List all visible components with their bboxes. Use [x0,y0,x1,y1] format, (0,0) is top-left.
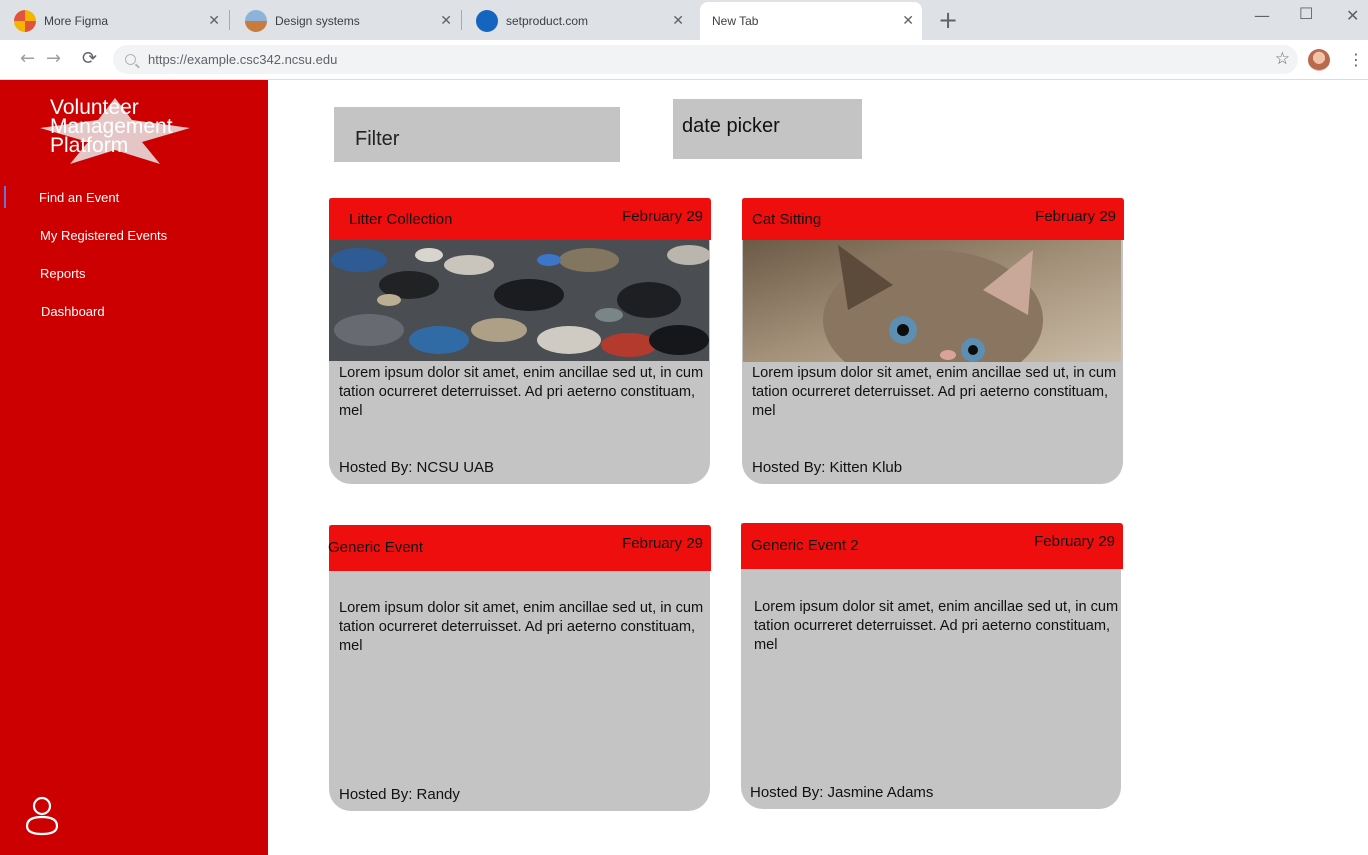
browser-tab[interactable]: setproduct.com ✕ [462,2,692,40]
tab-close-icon[interactable]: ✕ [440,12,452,29]
browser-tab[interactable]: Design systems ✕ [230,2,460,40]
tab-title: Design systems [275,14,360,28]
browser-tab-active[interactable]: New Tab ✕ [700,2,922,40]
event-title: Litter Collection [349,211,453,228]
back-arrow-icon[interactable]: ← [20,48,35,69]
tab-close-icon[interactable]: ✕ [902,12,914,29]
figma-favicon-icon [14,10,36,32]
event-card[interactable]: Litter Collection February 29 Lorem ipsu… [329,198,711,484]
browser-tab-bar: More Figma ✕ Design systems ✕ setproduct… [0,0,1368,40]
tab-title: New Tab [712,14,759,28]
tab-title: setproduct.com [506,14,589,28]
event-description: Lorem ipsum dolor sit amet, enim ancilla… [339,365,704,419]
date-picker-label: date picker [682,115,780,137]
event-card[interactable]: Generic Event 2 February 29 Lorem ipsum … [741,523,1123,809]
event-title: Generic Event 2 [751,537,859,554]
event-host: Hosted By: Jasmine Adams [750,784,934,801]
event-card-header: Cat Sitting February 29 [742,198,1124,240]
event-card[interactable]: Cat Sitting February 29 Lorem ipsum dolo… [742,198,1124,484]
event-card-header: Generic Event 2 February 29 [741,523,1123,569]
event-date: February 29 [1035,208,1116,225]
date-picker[interactable]: date picker [673,99,862,159]
event-card-header: Litter Collection February 29 [329,198,711,240]
window-close-icon[interactable]: ✕ [1346,6,1359,25]
sidebar-item-registered-events[interactable]: My Registered Events [40,228,167,243]
profile-avatar[interactable] [1308,49,1330,71]
event-card[interactable]: Generic Event February 29 Lorem ipsum do… [328,525,711,811]
user-account-icon[interactable] [24,796,60,836]
filter-label: Filter [355,128,400,150]
logo-text: Volunteer Management Platform [50,96,173,157]
event-card-header: Generic Event February 29 [328,525,711,571]
browser-toolbar: ← → ⟳ https://example.csc342.ncsu.edu ☆ … [0,40,1368,80]
minimize-icon[interactable]: — [1254,6,1270,25]
app-sidebar: Volunteer Management Platform Find an Ev… [0,80,268,855]
event-date: February 29 [622,535,703,552]
kitten-photo [743,240,1121,362]
event-title: Generic Event [328,539,424,556]
search-icon [125,54,136,65]
app-logo: Volunteer Management Platform [36,96,196,168]
event-date: February 29 [622,208,703,225]
sidebar-item-find-event[interactable]: Find an Event [39,190,119,205]
event-description: Lorem ipsum dolor sit amet, enim ancilla… [752,365,1117,419]
event-title: Cat Sitting [752,211,822,228]
maximize-icon[interactable]: ☐ [1299,4,1313,23]
event-host: Hosted By: NCSU UAB [339,459,495,476]
address-bar[interactable]: https://example.csc342.ncsu.edu ☆ [113,45,1298,74]
setproduct-favicon-icon [476,10,498,32]
landscape-favicon-icon [245,10,267,32]
filter-input[interactable]: Filter [334,107,620,162]
event-host: Hosted By: Randy [339,786,460,803]
event-description: Lorem ipsum dolor sit amet, enim ancilla… [754,599,1119,653]
tab-close-icon[interactable]: ✕ [208,12,220,29]
event-description: Lorem ipsum dolor sit amet, enim ancilla… [339,600,704,654]
event-host: Hosted By: Kitten Klub [752,459,903,476]
tab-title: More Figma [44,14,109,28]
browser-tab[interactable]: More Figma ✕ [0,2,228,40]
bookmark-star-icon[interactable]: ☆ [1275,49,1290,69]
new-tab-icon[interactable]: + [938,8,958,32]
reload-icon[interactable]: ⟳ [82,48,97,69]
url-text[interactable]: https://example.csc342.ncsu.edu [148,52,337,67]
menu-kebab-icon[interactable]: ⋮ [1348,50,1364,69]
event-date: February 29 [1034,533,1115,550]
sidebar-item-dashboard[interactable]: Dashboard [41,304,105,319]
nav-selected-indicator [4,186,6,208]
tab-close-icon[interactable]: ✕ [672,12,684,29]
sidebar-item-reports[interactable]: Reports [40,266,86,281]
forward-arrow-icon[interactable]: → [46,48,61,69]
litter-photo [329,240,709,361]
